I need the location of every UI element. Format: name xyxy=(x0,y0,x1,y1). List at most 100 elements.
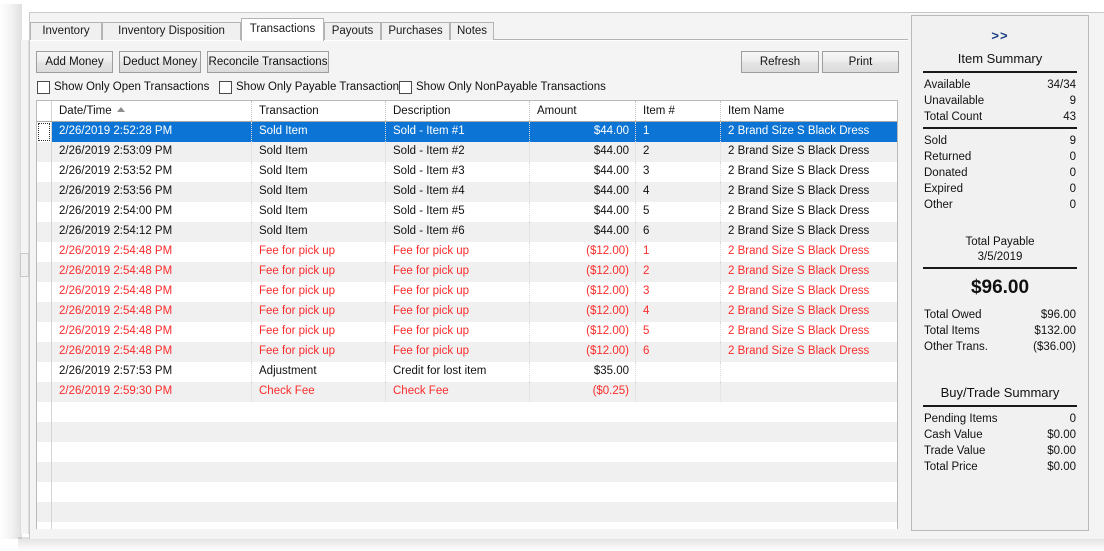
table-row[interactable]: 2/26/2019 2:53:52 PMSold ItemSold - Item… xyxy=(37,162,897,182)
item-summary-disposition-row: Sold9 xyxy=(921,133,1079,149)
cell-description: Sold - Item #2 xyxy=(386,142,530,162)
table-row[interactable]: 2/26/2019 2:54:48 PMFee for pick upFee f… xyxy=(37,322,897,342)
cell-item-name: 2 Brand Size S Black Dress xyxy=(721,282,897,302)
grid-column-header-amount[interactable]: Amount xyxy=(530,101,636,121)
item-summary-count-row-label: Available xyxy=(924,77,970,93)
row-selector-cell[interactable] xyxy=(37,282,52,302)
table-row[interactable]: 2/26/2019 2:57:53 PMAdjustmentCredit for… xyxy=(37,362,897,382)
cell-datetime: 2/26/2019 2:54:48 PM xyxy=(52,342,252,362)
table-row[interactable]: 2/26/2019 2:54:48 PMFee for pick upFee f… xyxy=(37,262,897,282)
tab-transactions[interactable]: Transactions xyxy=(241,18,324,41)
refresh-button[interactable]: Refresh xyxy=(741,51,819,73)
print-button[interactable]: Print xyxy=(822,51,899,73)
table-row[interactable]: 2/26/2019 2:59:30 PMCheck FeeCheck Fee($… xyxy=(37,382,897,402)
cell-amount: $44.00 xyxy=(530,202,636,222)
table-row[interactable]: 2/26/2019 2:53:09 PMSold ItemSold - Item… xyxy=(37,142,897,162)
total-payable-amount: $96.00 xyxy=(921,273,1079,299)
table-row[interactable]: 2/26/2019 2:54:48 PMFee for pick upFee f… xyxy=(37,302,897,322)
vertical-splitter[interactable] xyxy=(20,40,29,534)
grid-column-header-datetime[interactable]: Date/Time xyxy=(52,101,252,121)
tab-payouts[interactable]: Payouts xyxy=(324,22,381,40)
row-selector-cell[interactable] xyxy=(37,362,52,382)
reconcile-transactions-button[interactable]: Reconcile Transactions xyxy=(207,51,329,73)
row-selector-cell[interactable] xyxy=(37,162,52,182)
row-selector-cell[interactable] xyxy=(37,302,52,322)
grid-column-header-description[interactable]: Description xyxy=(386,101,530,121)
row-selector-cell[interactable] xyxy=(37,342,52,362)
disposition-divider xyxy=(923,127,1077,129)
row-selector-cell xyxy=(37,422,52,442)
tab-notes[interactable]: Notes xyxy=(450,22,494,40)
buy-trade-row-value: 0 xyxy=(1070,411,1076,427)
row-selector-cell[interactable] xyxy=(37,202,52,222)
item-summary-disposition-row-value: 0 xyxy=(1070,149,1076,165)
checkbox-open-transactions[interactable] xyxy=(37,81,50,94)
transactions-grid[interactable]: Date/TimeTransactionDescriptionAmountIte… xyxy=(36,100,898,529)
table-row[interactable]: 2/26/2019 2:54:48 PMFee for pick upFee f… xyxy=(37,282,897,302)
filter-show-only-nonpayable-transactions[interactable]: Show Only NonPayable Transactions xyxy=(399,79,606,95)
total-payable-breakdown-row: Total Owed$96.00 xyxy=(921,307,1079,323)
table-row[interactable]: 2/26/2019 2:54:48 PMFee for pick upFee f… xyxy=(37,342,897,362)
buy-trade-row-value: $0.00 xyxy=(1047,427,1076,443)
grid-header-row: Date/TimeTransactionDescriptionAmountIte… xyxy=(37,101,897,122)
cell-description: Fee for pick up xyxy=(386,342,530,362)
cell-description: Check Fee xyxy=(386,382,530,402)
filter-payable-label: Show Only Payable Transactions xyxy=(236,81,405,93)
cell-datetime: 2/26/2019 2:54:12 PM xyxy=(52,222,252,242)
row-selector-cell[interactable] xyxy=(37,142,52,162)
table-row[interactable]: 2/26/2019 2:53:56 PMSold ItemSold - Item… xyxy=(37,182,897,202)
row-selector-cell[interactable] xyxy=(37,182,52,202)
table-row-empty xyxy=(37,442,897,462)
cell-item-no: 5 xyxy=(636,202,721,222)
cell-datetime: 2/26/2019 2:54:48 PM xyxy=(52,302,252,322)
item-summary-disposition-row: Donated0 xyxy=(921,165,1079,181)
expand-panel-chevron-icon[interactable]: >> xyxy=(921,16,1079,43)
tab-inventory[interactable]: Inventory xyxy=(30,22,102,40)
tab-purchases[interactable]: Purchases xyxy=(381,22,450,40)
table-row[interactable]: 2/26/2019 2:54:00 PMSold ItemSold - Item… xyxy=(37,202,897,222)
filter-show-only-open-transactions[interactable]: Show Only Open Transactions xyxy=(37,79,209,95)
row-selector-cell xyxy=(37,522,52,529)
cell-amount: ($12.00) xyxy=(530,342,636,362)
cell-transaction: Fee for pick up xyxy=(252,342,386,362)
cell-datetime: 2/26/2019 2:52:28 PM xyxy=(52,122,252,142)
cell-item-name: 2 Brand Size S Black Dress xyxy=(721,202,897,222)
cell-amount: ($0.25) xyxy=(530,382,636,402)
grid-column-header-item-no[interactable]: Item # xyxy=(636,101,721,121)
total-payable-breakdown-row-value: $96.00 xyxy=(1041,307,1076,323)
item-summary-disposition-row-value: 0 xyxy=(1070,181,1076,197)
add-money-button[interactable]: Add Money xyxy=(36,51,113,73)
table-row[interactable]: 2/26/2019 2:54:12 PMSold ItemSold - Item… xyxy=(37,222,897,242)
row-selector-cell[interactable] xyxy=(37,122,52,142)
buy-trade-row: Pending Items0 xyxy=(921,411,1079,427)
item-summary-disposition-row-value: 0 xyxy=(1070,165,1076,181)
grid-row-selector-header xyxy=(37,101,52,121)
buy-trade-row: Total Price$0.00 xyxy=(921,459,1079,475)
row-selector-cell xyxy=(37,402,52,422)
cell-transaction: Fee for pick up xyxy=(252,322,386,342)
tab-inventory-disposition[interactable]: Inventory Disposition xyxy=(102,22,241,40)
row-selector-cell[interactable] xyxy=(37,382,52,402)
filter-show-only-payable-transactions[interactable]: Show Only Payable Transactions xyxy=(219,79,405,95)
row-selector-cell[interactable] xyxy=(37,322,52,342)
row-selector-cell[interactable] xyxy=(37,222,52,242)
splitter-grip[interactable] xyxy=(20,253,29,277)
checkbox-payable-transactions[interactable] xyxy=(219,81,232,94)
cell-description: Fee for pick up xyxy=(386,322,530,342)
row-selector-cell xyxy=(37,442,52,462)
item-summary-count-row: Available34/34 xyxy=(921,77,1079,93)
row-selector-cell[interactable] xyxy=(37,262,52,282)
deduct-money-button[interactable]: Deduct Money xyxy=(119,51,201,73)
grid-body[interactable]: 2/26/2019 2:52:28 PMSold ItemSold - Item… xyxy=(37,122,897,529)
grid-column-header-transaction[interactable]: Transaction xyxy=(252,101,386,121)
total-payable-date: 3/5/2019 xyxy=(921,250,1079,265)
cell-item-no xyxy=(636,382,721,402)
cell-transaction: Fee for pick up xyxy=(252,282,386,302)
grid-column-header-item-name[interactable]: Item Name xyxy=(721,101,897,121)
row-selector-cell[interactable] xyxy=(37,242,52,262)
checkbox-nonpayable-transactions[interactable] xyxy=(399,81,412,94)
buy-trade-row-value: $0.00 xyxy=(1047,459,1076,475)
table-row[interactable]: 2/26/2019 2:54:48 PMFee for pick upFee f… xyxy=(37,242,897,262)
cell-item-name: 2 Brand Size S Black Dress xyxy=(721,162,897,182)
table-row[interactable]: 2/26/2019 2:52:28 PMSold ItemSold - Item… xyxy=(37,122,897,142)
